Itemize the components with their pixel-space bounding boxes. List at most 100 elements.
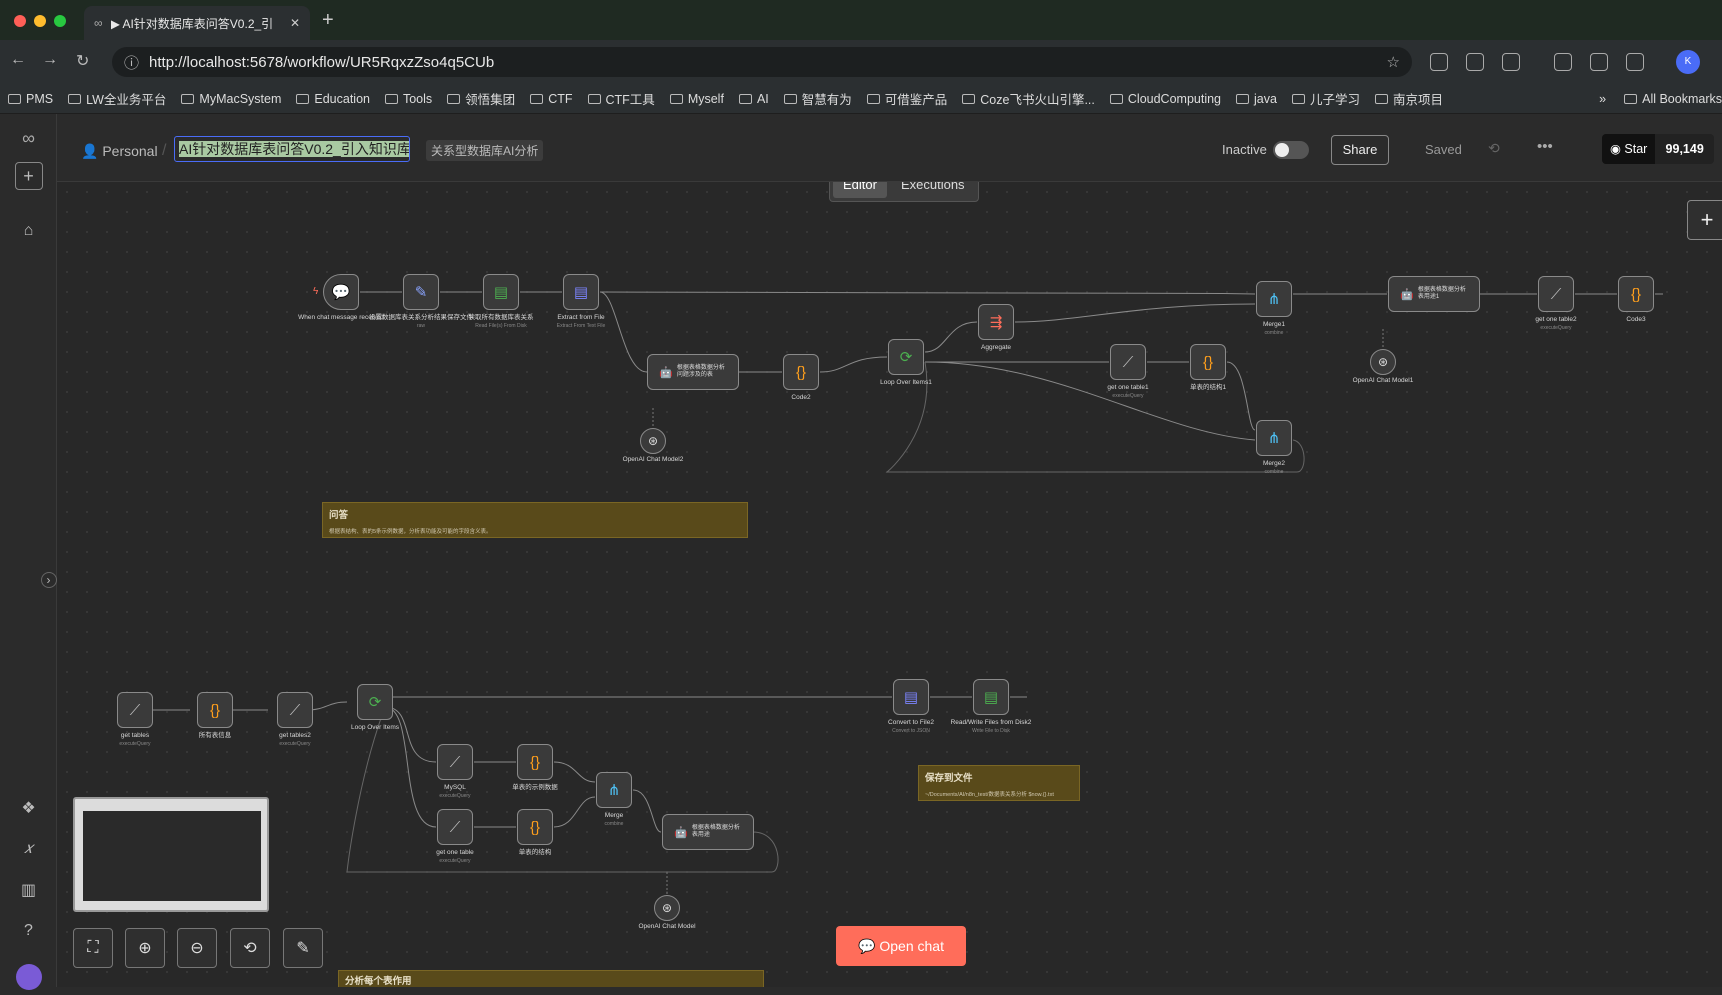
open-chat-button[interactable]: 💬 Open chat [836, 926, 966, 966]
bookmark-item[interactable]: 领悟集团 [447, 89, 515, 108]
bookmark-item[interactable]: 智慧有为 [783, 89, 852, 108]
sticky-note-qa[interactable]: 问答 根据表结构、表的5条示例数据，分析表功能及可能的字段含义表。 [322, 502, 748, 538]
forward-icon[interactable]: → [42, 51, 58, 69]
n8n-logo-icon[interactable]: ∞ [0, 128, 57, 149]
ai-agent-node[interactable]: 🤖 根据表格数据分析问题涉及的表 [647, 354, 739, 390]
sticky-note-save[interactable]: 保存到文件 ~/Documents/AI/n8n_test/数据表关系分析 $n… [918, 765, 1080, 801]
openai-model-node[interactable]: ⊛ [640, 428, 666, 454]
user-icon: 👤 [81, 143, 99, 159]
create-button[interactable]: + [0, 162, 57, 190]
bookmark-item[interactable]: MyMacSystem [181, 92, 281, 106]
active-toggle[interactable] [1273, 141, 1309, 159]
n8n-favicon-icon: ∞ [94, 16, 103, 30]
help-icon[interactable]: ? [0, 922, 57, 940]
new-tab-button[interactable]: + [322, 9, 334, 32]
ai-agent-node[interactable]: 🤖 根据表格数据分析表用途1 [1388, 276, 1480, 312]
templates-icon[interactable]: ❖ [0, 798, 57, 818]
back-icon[interactable]: ← [10, 51, 26, 69]
loop-node[interactable]: ⟳ [888, 339, 924, 375]
bookmark-item[interactable]: Tools [384, 92, 432, 106]
sticky-note-analyze[interactable]: 分析每个表作用 [338, 970, 764, 987]
browser-tab-bar: ∞ ▶ AI针对数据库表问答V0.2_引 ✕ + [0, 0, 1722, 40]
workflow-tag[interactable]: 关系型数据库AI分析 [426, 140, 544, 161]
user-avatar[interactable] [0, 964, 57, 995]
history-icon[interactable]: ⟲ [1488, 140, 1500, 157]
convert-file-node[interactable]: ▤ [893, 679, 929, 715]
bookmark-item[interactable]: Coze飞书火山引擎... [962, 89, 1095, 108]
puzzle-extension-icon[interactable] [1502, 53, 1520, 71]
profile-avatar[interactable]: K [1676, 50, 1700, 74]
code-node[interactable]: {} [517, 809, 553, 845]
reload-icon[interactable]: ↻ [76, 51, 89, 71]
share-button[interactable]: Share [1331, 135, 1389, 165]
bookmark-item[interactable]: java [1236, 92, 1277, 106]
zoom-in-button[interactable]: ⊕ [125, 928, 165, 968]
mysql-node[interactable]: ⟋ [437, 744, 473, 780]
bookmark-item[interactable]: 南京项目 [1374, 89, 1443, 108]
bookmark-item[interactable]: CTF工具 [587, 89, 655, 108]
address-bar[interactable]: ⓘ http://localhost:5678/workflow/UR5Rqxz… [112, 47, 1412, 77]
bookmark-item[interactable]: CTF [530, 92, 573, 106]
github-star-button[interactable]: ◉ Star [1602, 134, 1656, 164]
merge-node[interactable]: ⋔ [1256, 420, 1292, 456]
mysql-node[interactable]: ⟋ [1538, 276, 1574, 312]
loop-node[interactable]: ⟳ [357, 684, 393, 720]
expand-sidebar-icon[interactable]: › [0, 572, 57, 588]
minimize-window-button[interactable] [34, 15, 46, 27]
code-node[interactable]: {} [1618, 276, 1654, 312]
openai-model-node[interactable]: ⊛ [1370, 349, 1396, 375]
tab-search-icon[interactable] [1626, 53, 1644, 71]
more-bookmarks-icon[interactable]: » [1599, 92, 1606, 106]
mysql-node[interactable]: ⟋ [1110, 344, 1146, 380]
bookmark-star-icon[interactable]: ☆ [1387, 53, 1400, 71]
code-node[interactable]: {} [783, 354, 819, 390]
project-breadcrumb[interactable]: 👤 Personal [81, 143, 158, 160]
qr-extension-icon[interactable] [1590, 53, 1608, 71]
bookmark-item[interactable]: 可借鉴产品 [866, 89, 947, 108]
chat-trigger-node[interactable]: 💬 [323, 274, 359, 310]
code-node[interactable]: {} [517, 744, 553, 780]
write-file-node[interactable]: ▤ [973, 679, 1009, 715]
mysql-node[interactable]: ⟋ [277, 692, 313, 728]
lens-extension-icon[interactable] [1554, 53, 1572, 71]
minimap[interactable] [73, 797, 269, 912]
browser-tab[interactable]: ∞ ▶ AI针对数据库表问答V0.2_引 ✕ [84, 6, 310, 40]
bookmark-item[interactable]: 儿子学习 [1291, 89, 1360, 108]
site-info-icon[interactable]: ⓘ [124, 52, 139, 73]
bookmark-item[interactable]: LW全业务平台 [68, 89, 166, 108]
fit-view-button[interactable]: ⛶ [73, 928, 113, 968]
aggregate-node[interactable]: ⇶ [978, 304, 1014, 340]
bookmark-item[interactable]: AI [738, 92, 769, 106]
mysql-node[interactable]: ⟋ [437, 809, 473, 845]
openai-model-node[interactable]: ⊛ [654, 895, 680, 921]
set-node[interactable]: ✎ [403, 274, 439, 310]
github-star-widget[interactable]: ◉ Star 99,149 [1602, 134, 1714, 164]
insights-icon[interactable]: ▥ [0, 880, 57, 900]
variables-icon[interactable]: 𝑥 [0, 840, 57, 858]
all-bookmarks[interactable]: All Bookmarks [1624, 92, 1722, 106]
reset-zoom-button[interactable]: ⟲ [230, 928, 270, 968]
zoom-out-button[interactable]: ⊖ [177, 928, 217, 968]
extract-file-node[interactable]: ▤ [563, 274, 599, 310]
code-node[interactable]: {} [1190, 344, 1226, 380]
home-icon[interactable]: ⌂ [0, 222, 57, 240]
merge-node[interactable]: ⋔ [596, 772, 632, 808]
read-file-node[interactable]: ▤ [483, 274, 519, 310]
bookmark-item[interactable]: Myself [669, 92, 724, 106]
screenshot-extension-icon[interactable] [1430, 53, 1448, 71]
close-window-button[interactable] [14, 15, 26, 27]
workflow-name-input[interactable]: AI针对数据库表问答V0.2_引入知识库 [174, 136, 410, 162]
more-options-icon[interactable]: ••• [1537, 138, 1553, 155]
extension-icon[interactable] [1466, 53, 1484, 71]
bookmark-item[interactable]: Education [296, 92, 370, 106]
bookmark-item[interactable]: PMS [8, 92, 53, 106]
code-node[interactable]: {} [197, 692, 233, 728]
bookmark-item[interactable]: CloudComputing [1109, 92, 1221, 106]
tidy-up-button[interactable]: ✎ [283, 928, 323, 968]
merge-node[interactable]: ⋔ [1256, 281, 1292, 317]
ai-agent-node[interactable]: 🤖 根据表格数据分析表用途 [662, 814, 754, 850]
mysql-node[interactable]: ⟋ [117, 692, 153, 728]
maximize-window-button[interactable] [54, 15, 66, 27]
workflow-canvas[interactable]: Editor Executions + 💬 When chat message … [57, 182, 1722, 987]
close-tab-icon[interactable]: ✕ [290, 16, 300, 30]
